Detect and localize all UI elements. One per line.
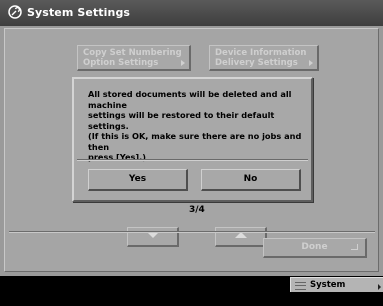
- chevron-right-icon: [309, 60, 313, 66]
- system-monitor-button[interactable]: System Monitor: [290, 277, 383, 304]
- device-information-delivery-button[interactable]: Device Information Delivery Settings: [209, 45, 319, 71]
- list-lines-icon: [295, 282, 306, 290]
- button-label-line1: Copy Set Numbering: [83, 48, 182, 58]
- screen: System Settings Copy Set Numbering Optio…: [0, 0, 383, 276]
- page-down-button[interactable]: [127, 227, 179, 247]
- button-label-line2: Option Settings: [83, 58, 159, 68]
- window-title: System Settings: [27, 6, 131, 19]
- button-label-line2: Delivery Settings: [215, 58, 298, 68]
- page-up-button[interactable]: [215, 227, 267, 247]
- no-button[interactable]: No: [201, 169, 301, 191]
- return-icon: [351, 244, 358, 250]
- chevron-right-icon: [378, 284, 381, 290]
- system-monitor-label: System Monitor: [310, 280, 348, 304]
- dialog-message-line: All stored documents will be deleted and…: [88, 89, 292, 110]
- chevron-right-icon: [181, 60, 185, 66]
- confirm-dialog: All stored documents will be deleted and…: [72, 77, 313, 202]
- dialog-message: All stored documents will be deleted and…: [88, 89, 303, 163]
- dialog-divider: [77, 159, 308, 161]
- divider: [9, 231, 375, 233]
- dialog-message-line: settings will be restored to their defau…: [88, 110, 275, 131]
- button-label-line1: Device Information: [215, 48, 307, 58]
- page-indicator: 3/4: [189, 205, 205, 215]
- done-button[interactable]: Done: [263, 238, 367, 258]
- copy-set-numbering-button[interactable]: Copy Set Numbering Option Settings: [77, 45, 191, 71]
- yes-button[interactable]: Yes: [88, 169, 188, 191]
- title-bar: System Settings: [0, 0, 383, 26]
- done-label: Done: [301, 242, 328, 252]
- settings-wrench-icon: [8, 5, 22, 19]
- dialog-message-line: (If this is OK, make sure there are no j…: [88, 131, 302, 152]
